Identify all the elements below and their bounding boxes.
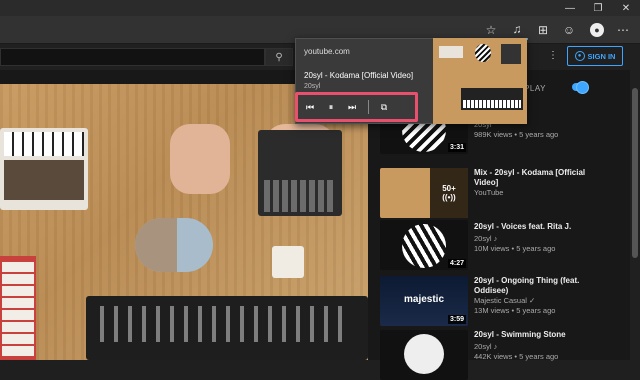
majestic-logo-text: majestic bbox=[404, 294, 445, 305]
search-input[interactable] bbox=[0, 48, 265, 66]
media-artist: 20syl bbox=[304, 83, 321, 90]
more-icon[interactable]: ⋯ bbox=[612, 20, 634, 40]
highlight-box bbox=[295, 92, 418, 122]
autoplay-toggle[interactable] bbox=[572, 81, 589, 94]
media-control-icon[interactable]: ♫ bbox=[506, 20, 528, 40]
account-icon: ● bbox=[574, 51, 585, 61]
video-duration: 3:59 bbox=[447, 315, 466, 324]
feedback-icon[interactable]: ☺ bbox=[558, 20, 580, 40]
video-channel[interactable]: Majestic Casual ✓ bbox=[474, 296, 535, 306]
up-next-thumbnail[interactable]: 50+ ((•)) bbox=[380, 168, 468, 218]
video-title[interactable]: 20syl - Voices feat. Rita J. bbox=[474, 222, 604, 232]
video-title[interactable]: Mix - 20syl - Kodama [Official Video] bbox=[474, 168, 604, 188]
up-next-thumbnail[interactable]: majestic 3:59 bbox=[380, 276, 468, 326]
search-icon: ⚲ bbox=[275, 51, 283, 63]
star-icon[interactable]: ☆ bbox=[480, 20, 502, 40]
video-title[interactable]: 20syl - Ongoing Thing (feat. Oddisee) bbox=[474, 276, 604, 296]
minimize-button[interactable]: — bbox=[556, 0, 584, 16]
maximize-button[interactable]: ❐ bbox=[584, 0, 612, 16]
media-artwork bbox=[433, 38, 527, 124]
video-views: 442K views • 5 years ago bbox=[474, 352, 559, 361]
search-button[interactable]: ⚲ bbox=[265, 48, 293, 66]
video-duration: 4:27 bbox=[447, 259, 466, 268]
video-views: 989K views • 5 years ago bbox=[474, 130, 559, 139]
sign-in-button[interactable]: ● SIGN IN bbox=[567, 46, 623, 66]
close-button[interactable]: ✕ bbox=[612, 0, 640, 16]
playlist-count: 50+ bbox=[442, 184, 456, 193]
mix-icon: ((•)) bbox=[442, 193, 456, 202]
video-channel[interactable]: 20syl ♪ bbox=[474, 342, 497, 352]
scrollbar-thumb[interactable] bbox=[632, 88, 638, 258]
video-channel[interactable]: 20syl ♪ bbox=[474, 234, 497, 244]
video-channel[interactable]: YouTube bbox=[474, 188, 503, 198]
media-title: 20syl - Kodama [Official Video] bbox=[304, 71, 414, 80]
window-titlebar bbox=[0, 0, 640, 16]
collections-icon[interactable]: ⊞ bbox=[532, 20, 554, 40]
video-player[interactable] bbox=[0, 84, 368, 360]
video-views: 10M views • 5 years ago bbox=[474, 244, 556, 253]
video-title[interactable]: 20syl - Swimming Stone bbox=[474, 330, 604, 340]
profile-icon[interactable]: ● bbox=[586, 20, 608, 40]
media-source-site: youtube.com bbox=[304, 47, 350, 56]
up-next-thumbnail[interactable]: 4:27 bbox=[380, 220, 468, 270]
video-views: 13M views • 5 years ago bbox=[474, 306, 556, 315]
up-next-thumbnail[interactable] bbox=[380, 330, 468, 380]
youtube-more-icon[interactable]: ⋮ bbox=[548, 50, 558, 61]
video-duration: 3:31 bbox=[447, 143, 466, 152]
